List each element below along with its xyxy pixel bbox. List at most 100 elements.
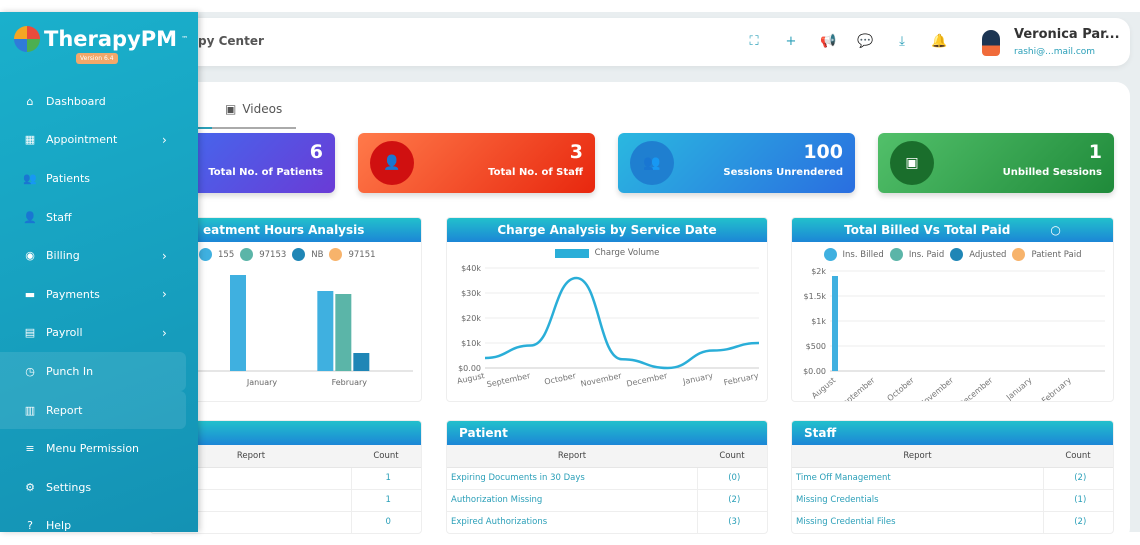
x-tick-label: September bbox=[837, 375, 877, 401]
sidebar-item-billing[interactable]: ◉ Billing › bbox=[0, 236, 198, 275]
plus-icon[interactable]: + bbox=[783, 34, 799, 49]
table-row[interactable]: Time Off Management (2) bbox=[792, 467, 1113, 490]
y-tick-label: $10k bbox=[461, 339, 481, 348]
legend-marker bbox=[292, 248, 306, 261]
chevron-right-icon: › bbox=[162, 248, 167, 263]
tab-underline bbox=[198, 127, 296, 129]
sidebar-item-label: Menu Permission bbox=[46, 442, 140, 456]
report-link[interactable]: Authorization Missing bbox=[447, 489, 697, 512]
stat-card[interactable]: 👥 100 Sessions Unrendered bbox=[618, 133, 855, 193]
legend-label[interactable]: Charge Volume bbox=[595, 248, 660, 258]
megaphone-icon[interactable]: 📢 bbox=[820, 34, 836, 49]
tab-videos[interactable]: ▣ Videos bbox=[225, 102, 282, 116]
avatar[interactable] bbox=[982, 30, 1000, 56]
stat-label: Sessions Unrendered bbox=[723, 167, 843, 178]
stat-value: 3 bbox=[569, 141, 583, 163]
stat-label: Total No. of Patients bbox=[208, 167, 323, 178]
table-row[interactable]: Authorization Missing (2) bbox=[447, 489, 767, 512]
user-name[interactable]: Veronica Par... bbox=[1014, 27, 1120, 42]
report-count: (2) bbox=[1042, 467, 1113, 490]
refresh-icon[interactable]: ○ bbox=[1050, 223, 1060, 237]
payroll-icon: ▤ bbox=[24, 326, 36, 340]
report-link[interactable]: Expired Authorizations bbox=[447, 511, 697, 533]
sidebar-item-patients[interactable]: 👥 Patients bbox=[0, 159, 198, 198]
legend-label[interactable]: NB bbox=[311, 250, 323, 260]
table-row[interactable]: Expired Authorizations (3) bbox=[447, 511, 767, 533]
legend-label[interactable]: Adjusted bbox=[969, 250, 1006, 260]
top-header: py Center ⛶ + 📢 💬 ⤓ 🔔 Veronica Par... ra… bbox=[150, 18, 1130, 66]
chart-plot: $0.00$10k$20k$30k$40kAugust September Octo… bbox=[456, 264, 760, 389]
tab-label: Videos bbox=[242, 102, 283, 116]
sidebar-item-staff[interactable]: 👤 Staff bbox=[0, 198, 198, 237]
stat-card[interactable]: 👤 3 Total No. of Staff bbox=[358, 133, 595, 193]
billing-icon: ◉ bbox=[25, 249, 35, 263]
series-line[interactable] bbox=[484, 276, 760, 370]
report-link[interactable]: Time Off Management bbox=[792, 467, 1043, 490]
legend-label[interactable]: Patient Paid bbox=[1031, 250, 1081, 260]
user-icon: 👤 bbox=[370, 141, 414, 185]
legend-marker bbox=[554, 248, 589, 258]
x-tick-label: August bbox=[810, 376, 837, 401]
bar[interactable] bbox=[317, 291, 334, 371]
legend-marker bbox=[199, 248, 212, 261]
calendar-icon: ▦ bbox=[24, 133, 36, 147]
y-tick-label: $1k bbox=[811, 317, 826, 326]
play-icon: ▣ bbox=[225, 102, 237, 116]
y-tick-label: $0.00 bbox=[803, 367, 826, 376]
sidebar-item-payments[interactable]: ▬ Payments › bbox=[0, 275, 198, 314]
bar[interactable] bbox=[353, 353, 370, 371]
bar[interactable] bbox=[230, 275, 246, 371]
report-count: 1 bbox=[350, 467, 421, 490]
chart-panel: Charge Analysis by Service Date Charge Vo… bbox=[446, 217, 768, 402]
x-tick-label: December bbox=[957, 375, 995, 401]
legend-marker bbox=[240, 248, 254, 261]
clinic-title: py Center bbox=[198, 34, 264, 48]
chart-plot: $0.00 $500 $1k $1.5k $2k August September Octob… bbox=[803, 267, 1105, 401]
sidebar-item-label: Report bbox=[46, 403, 83, 417]
table-header-row: Report Count bbox=[792, 445, 1113, 468]
table-row[interactable]: Missing Credential Files (2) bbox=[792, 511, 1113, 533]
sidebar-item-report[interactable]: ▥ Report bbox=[0, 390, 186, 430]
sidebar-item-payroll[interactable]: ▤ Payroll › bbox=[0, 314, 198, 353]
report-link[interactable]: Missing Credentials bbox=[792, 489, 1043, 512]
legend-label[interactable]: Ins. Paid bbox=[909, 250, 944, 260]
bar[interactable] bbox=[832, 276, 838, 371]
logo[interactable]: TherapyPM ™ bbox=[14, 26, 188, 52]
sidebar-item-label: Settings bbox=[46, 480, 92, 494]
legend-label[interactable]: 155 bbox=[218, 250, 234, 260]
stat-card[interactable]: ▣ 1 Unbilled Sessions bbox=[878, 133, 1114, 193]
table-header-row: Report Count bbox=[447, 445, 767, 468]
legend-label[interactable]: 97153 bbox=[259, 250, 286, 260]
clock-icon: ◷ bbox=[25, 364, 35, 378]
sidebar-item-dashboard[interactable]: ⌂ Dashboard bbox=[0, 82, 198, 121]
x-tick-label: February bbox=[723, 371, 760, 387]
table-row[interactable]: Missing Credentials (1) bbox=[792, 489, 1113, 512]
table-row[interactable]: Expiring Documents in 30 Days (0) bbox=[447, 467, 767, 490]
x-tick-label: August bbox=[456, 371, 485, 386]
report-count: (3) bbox=[696, 511, 767, 533]
sidebar-item-punch-in[interactable]: ◷ Punch In bbox=[0, 352, 186, 391]
sidebar-item-help[interactable]: ? Help bbox=[0, 507, 198, 545]
y-tick-label: $20k bbox=[461, 314, 481, 323]
y-tick-label: $2k bbox=[811, 267, 826, 276]
legend-label[interactable]: 97151 bbox=[348, 250, 375, 260]
stat-value: 1 bbox=[1088, 141, 1102, 163]
sidebar-item-appointment[interactable]: ▦ Appointment › bbox=[0, 121, 198, 160]
sidebar-item-menu-permission[interactable]: ≡ Menu Permission bbox=[0, 429, 198, 468]
chat-icon[interactable]: 💬 bbox=[857, 34, 873, 49]
sidebar-item-settings[interactable]: ⚙ Settings bbox=[0, 468, 198, 507]
fullscreen-icon[interactable]: ⛶ bbox=[746, 34, 762, 49]
staff-icon: 👤 bbox=[23, 210, 37, 224]
report-link[interactable]: Missing Credential Files bbox=[792, 511, 1043, 533]
chart-legend: Charge Volume bbox=[447, 248, 767, 258]
legend-label[interactable]: Ins. Billed bbox=[843, 250, 884, 260]
bar[interactable] bbox=[335, 294, 352, 371]
download-icon[interactable]: ⤓ bbox=[894, 34, 910, 49]
x-tick-label: October bbox=[544, 371, 578, 387]
bell-icon[interactable]: 🔔 bbox=[931, 34, 947, 49]
report-link[interactable]: Expiring Documents in 30 Days bbox=[447, 467, 697, 490]
logo-mark bbox=[14, 26, 40, 52]
chart-title-text: Total Billed Vs Total Paid bbox=[844, 223, 1011, 237]
column-header: Count bbox=[697, 445, 767, 468]
version-badge: Version 6.4 bbox=[76, 53, 118, 64]
